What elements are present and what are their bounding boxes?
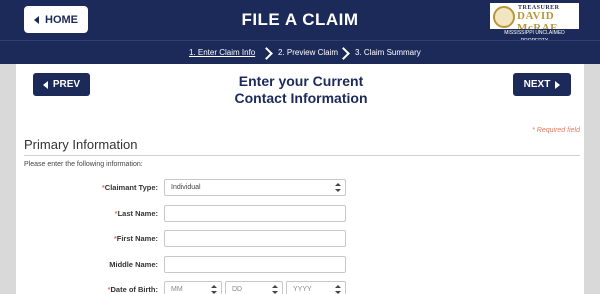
claimant-type-select[interactable]: Individual (164, 179, 346, 196)
claimant-type-value: Individual (171, 184, 201, 191)
dob-label: *Date of Birth: (107, 285, 158, 294)
dob-year-placeholder: YYYY (293, 286, 312, 293)
select-arrows-icon (272, 285, 278, 294)
dob-month-placeholder: MM (171, 286, 183, 293)
last-name-input[interactable] (164, 205, 346, 222)
chevron-right-icon (342, 47, 348, 59)
step-enter-claim-info[interactable]: 1. Enter Claim Info (189, 41, 255, 65)
middle-name-row: Middle Name: (16, 256, 584, 274)
heading-line-1: Enter your Current (238, 73, 364, 89)
select-arrows-icon (211, 285, 217, 294)
progress-steps: 1. Enter Claim Info 2. Preview Claim 3. … (0, 40, 600, 64)
state-seal-icon (493, 6, 515, 28)
step-preview-claim[interactable]: 2. Preview Claim (278, 41, 338, 65)
dob-year-select[interactable]: YYYY (286, 281, 346, 294)
step-claim-summary[interactable]: 3. Claim Summary (355, 41, 421, 65)
required-field-note: * Required field (532, 127, 580, 134)
dob-day-placeholder: DD (232, 286, 243, 293)
middle-name-input[interactable] (164, 256, 346, 273)
intro-text: Please enter the following information: (24, 161, 143, 168)
select-arrows-icon (335, 285, 341, 294)
next-button[interactable]: NEXT (513, 73, 571, 96)
dob-row: *Date of Birth: MM DD YYYY (16, 281, 584, 294)
last-name-label: *Last Name: (114, 209, 158, 218)
select-arrows-icon (335, 183, 341, 193)
next-label: NEXT (523, 79, 551, 90)
middle-name-label: Middle Name: (109, 260, 158, 269)
section-title: Primary Information (24, 137, 138, 152)
heading-line-2: Contact Information (234, 90, 368, 106)
last-name-row: *Last Name: (16, 205, 584, 223)
treasurer-logo[interactable]: TREASURER DAVID McRAE MISSISSIPPI UNCLAI… (489, 2, 580, 44)
form-panel: PREV Enter your Current Contact Informat… (16, 64, 584, 294)
first-name-input[interactable] (164, 230, 346, 247)
form-heading: Enter your Current Contact Information (196, 73, 406, 107)
caret-right-icon (555, 80, 561, 89)
logo-sub-text: MISSISSIPPI UNCLAIMED PROPERTY (490, 29, 579, 44)
dob-month-select[interactable]: MM (164, 281, 222, 294)
dob-day-select[interactable]: DD (225, 281, 283, 294)
first-name-label: *First Name: (113, 234, 158, 243)
section-divider (24, 155, 580, 156)
prev-label: PREV (52, 79, 81, 90)
claimant-type-label: *Claimant Type: (101, 183, 158, 192)
prev-button[interactable]: PREV (33, 73, 90, 96)
caret-left-icon (42, 80, 48, 89)
chevron-right-icon (265, 47, 271, 59)
first-name-row: *First Name: (16, 230, 584, 248)
header-bar: HOME FILE A CLAIM TREASURER DAVID McRAE … (0, 0, 600, 44)
claimant-type-row: *Claimant Type: Individual (16, 179, 584, 197)
